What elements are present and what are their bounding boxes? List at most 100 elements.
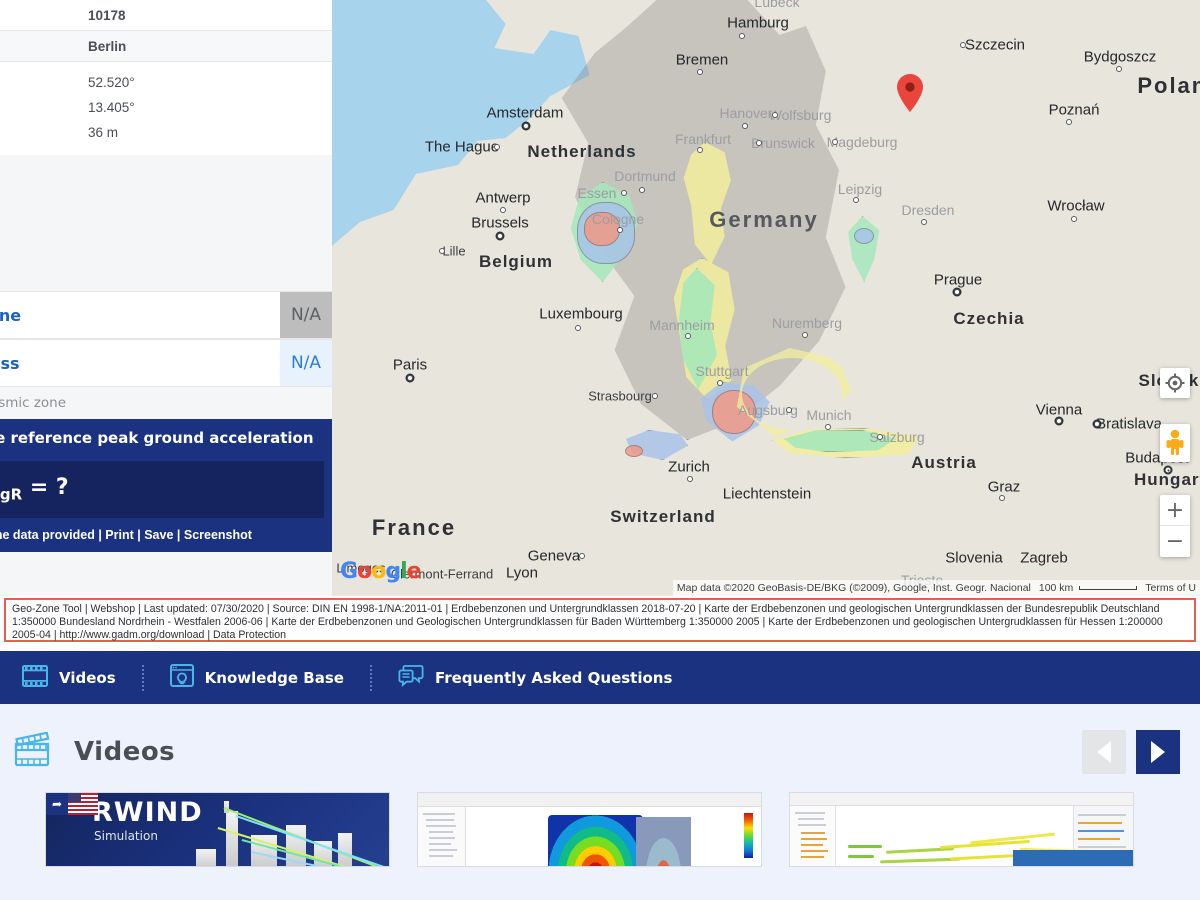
map-city-dot — [960, 42, 966, 48]
map-label: Czechia — [953, 309, 1024, 329]
map-attribution: Map data ©2020 GeoBasis-DE/BKG (©2009), … — [673, 580, 1200, 596]
table-row: y Berlin — [0, 31, 332, 62]
download-arrow-icon: ➦ — [46, 793, 68, 815]
longitude-row: Longitude 13.405° — [0, 95, 332, 120]
longitude-label: Longitude — [0, 100, 88, 115]
my-location-icon — [1165, 373, 1185, 393]
map-label: Switzerland — [610, 507, 715, 527]
map-city-dot — [1094, 421, 1100, 427]
subsoil-class-row: bsoil Class N/A — [0, 339, 332, 387]
map-city-dot — [853, 197, 859, 203]
panel-actions[interactable]: liability for the data provided | Print … — [0, 518, 332, 552]
subsoil-class-label: bsoil Class — [0, 340, 280, 386]
map-city-dot — [575, 325, 581, 331]
source-attribution-bar[interactable]: Geo-Zone Tool | Webshop | Last updated: … — [4, 598, 1196, 642]
map-city-dot — [877, 434, 883, 440]
zip-code-value: 10178 — [88, 8, 126, 23]
videos-header: Videos — [0, 704, 1200, 774]
altitude-value: 36 m — [88, 125, 118, 140]
logo-letter: o — [357, 559, 371, 584]
street-view-pegman-icon — [1165, 429, 1185, 457]
street-view-pegman-button[interactable] — [1160, 424, 1190, 462]
nav-label-knowledge-base: Knowledge Base — [205, 669, 344, 687]
map-label: Dresden — [902, 202, 955, 218]
zoom-in-button[interactable]: + — [1160, 495, 1190, 526]
seismic-note: defined seismic zone — [0, 387, 332, 419]
panel-links-text[interactable]: liability for the data provided | Print … — [0, 528, 252, 542]
carousel-nav[interactable] — [1082, 730, 1180, 774]
map-label: Lyon — [506, 565, 538, 582]
location-marker-berlin[interactable] — [897, 74, 923, 112]
map-label: Paris — [393, 357, 427, 374]
longitude-value: 13.405° — [88, 100, 135, 115]
map-label: Lille — [442, 244, 465, 259]
map-label: Austria — [911, 453, 977, 473]
nav-label-videos: Videos — [59, 669, 116, 687]
video-thumbnail[interactable] — [417, 792, 762, 867]
map-city-dot — [832, 139, 838, 145]
city-label: y — [0, 39, 88, 54]
video-thumbnail[interactable]: ➦ RWIND Simulation — [45, 792, 390, 867]
thumbnail-subtitle: Simulation — [94, 829, 158, 843]
map-label: Slovenia — [945, 550, 1003, 567]
map-city-dot — [1066, 119, 1072, 125]
map-city-dot — [999, 495, 1005, 501]
map-label: Zagreb — [1020, 550, 1068, 567]
us-flag-icon — [68, 793, 98, 815]
attribution-text: Map data ©2020 GeoBasis-DE/BKG (©2009), … — [677, 582, 1031, 594]
map-city-dot — [439, 248, 445, 254]
map-zoom-controls[interactable]: + − — [1160, 495, 1190, 557]
map-city-dot — [921, 219, 927, 225]
seismic-zone-value: N/A — [280, 292, 332, 338]
map-city-dot — [685, 333, 691, 339]
map-city-dot — [494, 144, 500, 150]
panel-spacer — [0, 155, 332, 291]
seismic-overlay-green — [844, 216, 886, 282]
map-city-dot — [742, 123, 748, 129]
nav-divider — [142, 665, 144, 691]
map-city-dot — [717, 380, 723, 386]
map-city-dot — [407, 375, 413, 381]
map-label: Luxembourg — [539, 306, 622, 323]
flow-streak — [848, 845, 882, 848]
map-label: Zurich — [668, 459, 710, 476]
agr-wrapper: agR = ? — [0, 457, 332, 518]
map-city-dot — [652, 393, 658, 399]
secondary-navbar[interactable]: Videos Knowledge Base — [0, 651, 1200, 704]
color-legend — [744, 813, 753, 858]
logo-letter: g — [385, 559, 400, 584]
carousel-next-button[interactable] — [1136, 730, 1180, 774]
map-city-dot — [687, 476, 693, 482]
terms-link[interactable]: Terms of U — [1145, 582, 1196, 594]
zoom-out-button[interactable]: − — [1160, 526, 1190, 557]
video-thumbnail[interactable] — [789, 792, 1134, 867]
latitude-value: 52.520° — [88, 75, 135, 90]
google-map[interactable]: HamburgLübeckBremenSzczecinBydgoszczPola… — [332, 0, 1200, 596]
fem-contour-plot — [548, 815, 643, 867]
map-label: Graz — [988, 479, 1021, 496]
app-tree-sidebar — [790, 806, 836, 866]
map-city-dot — [739, 33, 745, 39]
map-city-dot — [1071, 216, 1077, 222]
map-city-dot — [756, 140, 762, 146]
source-text[interactable]: Geo-Zone Tool | Webshop | Last updated: … — [12, 603, 1163, 641]
map-city-dot — [497, 233, 503, 239]
seismic-zone-row: ismic Zone N/A — [0, 291, 332, 339]
speech-bubbles-icon — [398, 664, 424, 691]
my-location-button[interactable] — [1160, 368, 1190, 398]
carousel-prev-button[interactable] — [1082, 730, 1126, 774]
lightbulb-window-icon — [170, 664, 194, 691]
location-info-panel: Code 10178 y Berlin Latitude 52.520° Lon… — [0, 0, 332, 596]
nav-item-knowledge-base[interactable]: Knowledge Base — [170, 664, 344, 691]
map-city-dot — [697, 69, 703, 75]
latitude-label: Latitude — [0, 75, 88, 90]
videos-section: Videos ➦ — [0, 704, 1200, 900]
fem-contour-plot-side — [636, 817, 691, 867]
altitude-label: Altitude — [0, 125, 88, 140]
app-tree-sidebar — [418, 807, 466, 866]
nav-item-videos[interactable]: Videos — [22, 665, 116, 691]
seismic-overlay-red — [625, 445, 643, 457]
info-table: Code 10178 y Berlin — [0, 0, 332, 62]
map-city-dot — [697, 147, 703, 153]
nav-item-faq[interactable]: Frequently Asked Questions — [398, 664, 672, 691]
